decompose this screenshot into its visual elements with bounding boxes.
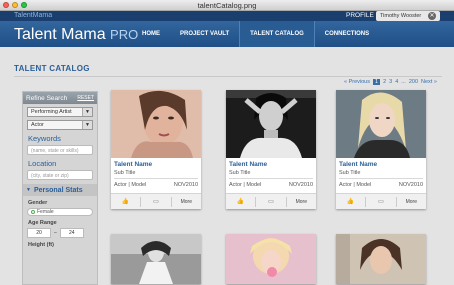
gender-label: Gender [28, 200, 48, 206]
age-range-label: Age Range [28, 220, 57, 226]
card-actions: 👍 ▭ More [111, 193, 201, 209]
nav-home[interactable]: HOME [132, 21, 170, 47]
comment-icon[interactable]: ▭ [141, 198, 170, 205]
talent-photo[interactable] [111, 234, 201, 284]
refine-search-title: Refine Search [26, 94, 68, 102]
talent-name[interactable]: Talent Name [339, 161, 377, 168]
card-divider [339, 178, 423, 179]
more-button[interactable]: More [397, 199, 426, 205]
age-from-input[interactable]: 20 [27, 228, 51, 238]
role-select[interactable]: Actor ▼ [27, 120, 93, 130]
brand-small: TalentMama [14, 12, 53, 19]
role-select-value: Actor [31, 122, 44, 128]
main-nav: HOME PROJECT VAULT TALENT CATALOG CONNEC… [132, 21, 379, 47]
app-header: TalentMama PROFILE Timothy Wooster ✕ Tal… [0, 11, 454, 47]
app-logo[interactable]: Talent Mama PRO [14, 26, 138, 44]
radio-icon [31, 210, 35, 214]
refine-search-header: Refine Search RESET [23, 92, 97, 104]
comment-icon[interactable]: ▭ [366, 198, 395, 205]
location-input[interactable]: (city, state or zip) [27, 170, 93, 180]
card-divider [229, 178, 313, 179]
window-title: talentCatalog.png [197, 1, 257, 10]
profile-link[interactable]: PROFILE [346, 12, 374, 19]
keywords-input[interactable]: (name, state or skills) [27, 145, 93, 155]
pager-page-2[interactable]: 2 [383, 79, 386, 85]
pager-page-4[interactable]: 4 [395, 79, 398, 85]
pager-page-1[interactable]: 1 [373, 79, 381, 85]
talent-meta: Actor | Model NOV2010 [229, 182, 313, 188]
age-to-input[interactable]: 24 [59, 228, 84, 238]
thumbs-up-icon[interactable]: 👍 [336, 198, 365, 205]
pager-page-3[interactable]: 3 [389, 79, 392, 85]
nav-project-vault[interactable]: PROJECT VAULT [170, 21, 239, 47]
talent-name[interactable]: Talent Name [114, 161, 152, 168]
window-titlebar: talentCatalog.png [0, 0, 454, 11]
talent-card[interactable] [226, 234, 316, 284]
keywords-label: Keywords [28, 134, 61, 143]
pager-page-last[interactable]: 200 [409, 79, 418, 85]
gender-value: Female [37, 209, 54, 215]
reset-link[interactable]: RESET [77, 95, 94, 101]
refine-search-panel: Refine Search RESET Performing Artist ▼ … [22, 91, 98, 285]
pager-previous[interactable]: « Previous [344, 79, 370, 85]
more-button[interactable]: More [287, 199, 316, 205]
talent-date: NOV2010 [173, 182, 198, 188]
personal-stats-toggle[interactable]: ▼ Personal Stats [23, 184, 97, 196]
personal-stats-title: Personal Stats [33, 186, 83, 194]
talent-card[interactable]: Talent Name Sub Title Actor | Model NOV2… [226, 90, 316, 209]
page-title: TALENT CATALOG [14, 64, 90, 73]
talent-card[interactable] [336, 234, 426, 284]
talent-card[interactable]: Talent Name Sub Title Actor | Model NOV2… [111, 90, 201, 209]
height-label: Height (ft) [28, 242, 54, 248]
talent-photo[interactable] [226, 234, 316, 284]
title-divider [14, 76, 442, 77]
talent-photo[interactable] [226, 90, 316, 158]
talent-subtitle: Sub Title [114, 170, 136, 176]
more-button[interactable]: More [172, 199, 201, 205]
talent-card[interactable]: Talent Name Sub Title Actor | Model NOV2… [336, 90, 426, 209]
nav-connections[interactable]: CONNECTIONS [315, 21, 379, 47]
talent-photo[interactable] [336, 234, 426, 284]
talent-roles: Actor | Model [114, 182, 147, 188]
card-actions: 👍 ▭ More [226, 193, 316, 209]
category-select[interactable]: Performing Artist ▼ [27, 107, 93, 117]
thumbs-up-icon[interactable]: 👍 [111, 198, 140, 205]
thumbs-up-icon[interactable]: 👍 [226, 198, 255, 205]
talent-roles: Actor | Model [229, 182, 262, 188]
age-range: 20 – 24 [27, 228, 93, 238]
card-actions: 👍 ▭ More [336, 193, 426, 209]
triangle-down-icon: ▼ [26, 187, 31, 193]
talent-subtitle: Sub Title [229, 170, 251, 176]
talent-meta: Actor | Model NOV2010 [114, 182, 198, 188]
card-divider [114, 178, 198, 179]
talent-card[interactable] [111, 234, 201, 284]
close-icon[interactable]: ✕ [428, 12, 436, 20]
talent-date: NOV2010 [398, 182, 423, 188]
nav-talent-catalog[interactable]: TALENT CATALOG [239, 21, 315, 47]
gender-option[interactable]: Female [27, 208, 93, 216]
chevron-down-icon: ▼ [82, 121, 92, 129]
location-label: Location [28, 159, 57, 168]
talent-name[interactable]: Talent Name [229, 161, 267, 168]
pager-next[interactable]: Next » [421, 79, 437, 85]
talent-photo[interactable] [336, 90, 426, 158]
category-select-value: Performing Artist [31, 109, 72, 115]
pagination: « Previous 1 2 3 4 ... 200 Next » [344, 79, 437, 85]
range-dash: – [54, 230, 57, 236]
logo-main: Talent Mama [14, 26, 106, 43]
pager-ellipsis: ... [401, 79, 406, 85]
chevron-down-icon: ▼ [82, 108, 92, 116]
page-content: TALENT CATALOG « Previous 1 2 3 4 ... 20… [0, 47, 454, 285]
talent-roles: Actor | Model [339, 182, 372, 188]
comment-icon[interactable]: ▭ [256, 198, 285, 205]
talent-meta: Actor | Model NOV2010 [339, 182, 423, 188]
talent-subtitle: Sub Title [339, 170, 361, 176]
talent-date: NOV2010 [288, 182, 313, 188]
talent-photo[interactable] [111, 90, 201, 158]
top-strip: TalentMama PROFILE Timothy Wooster ✕ [0, 11, 454, 21]
